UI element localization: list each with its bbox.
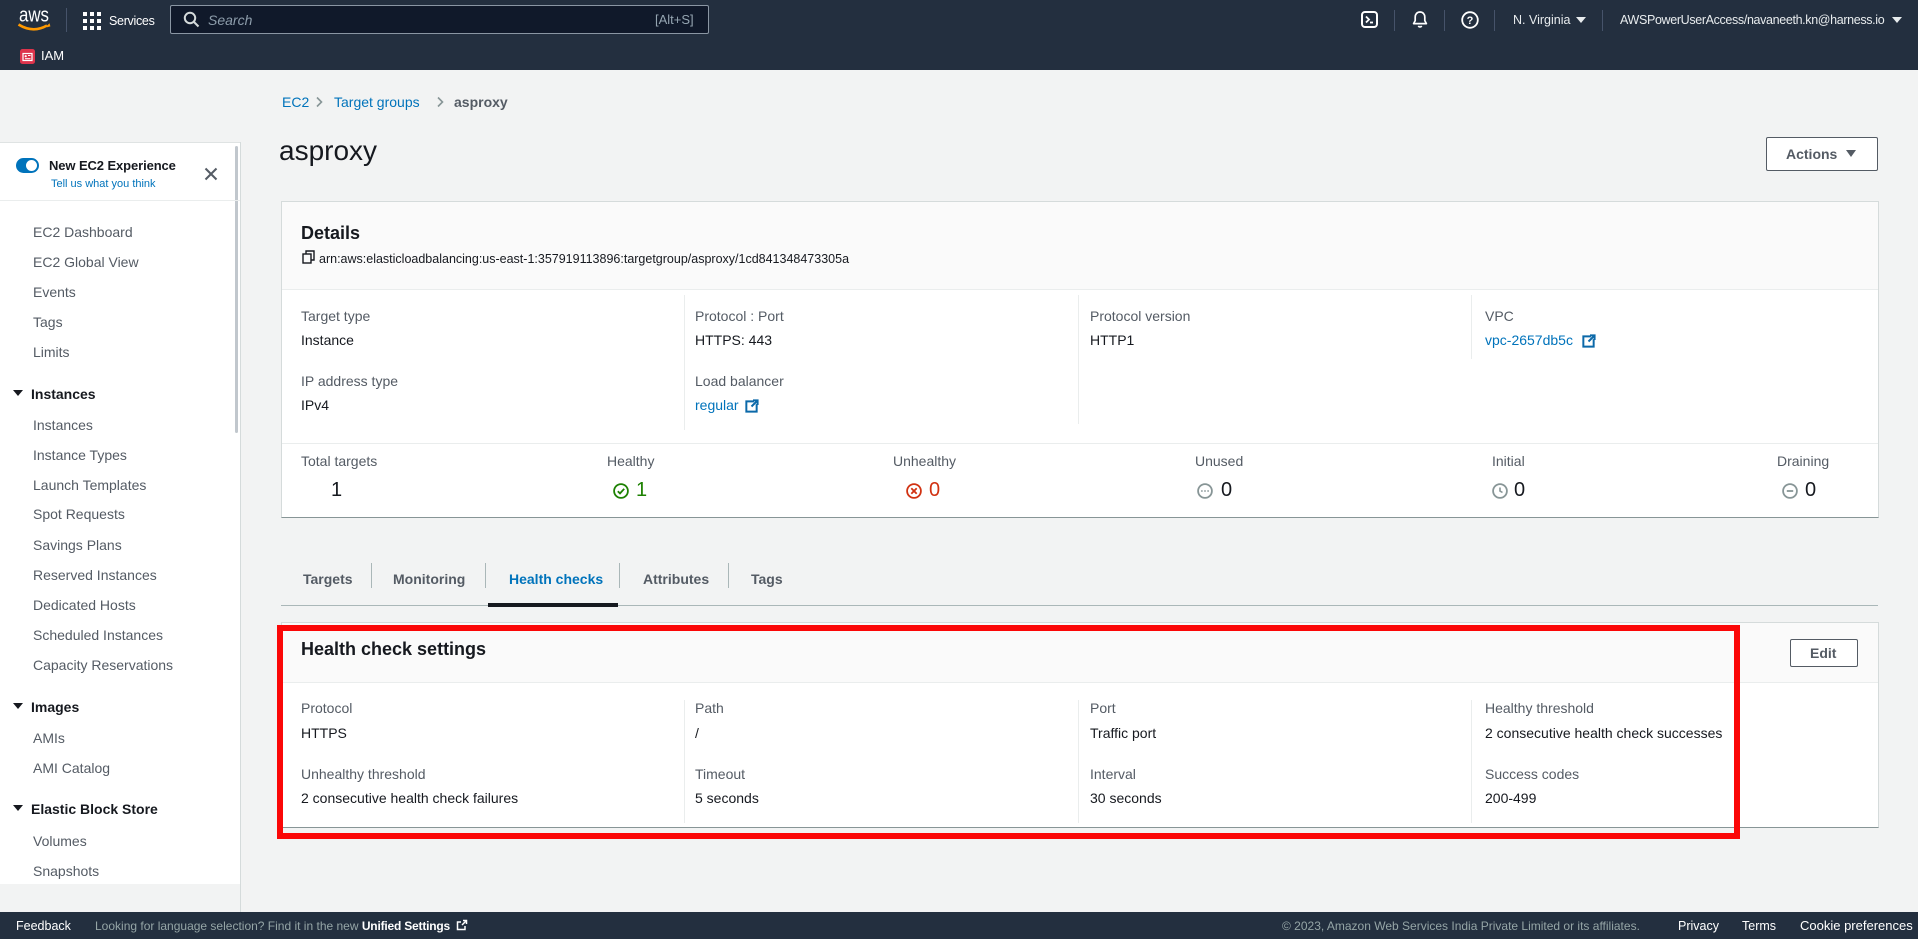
svg-text:?: ? [1467,15,1474,27]
svg-text:aws: aws [19,6,49,27]
